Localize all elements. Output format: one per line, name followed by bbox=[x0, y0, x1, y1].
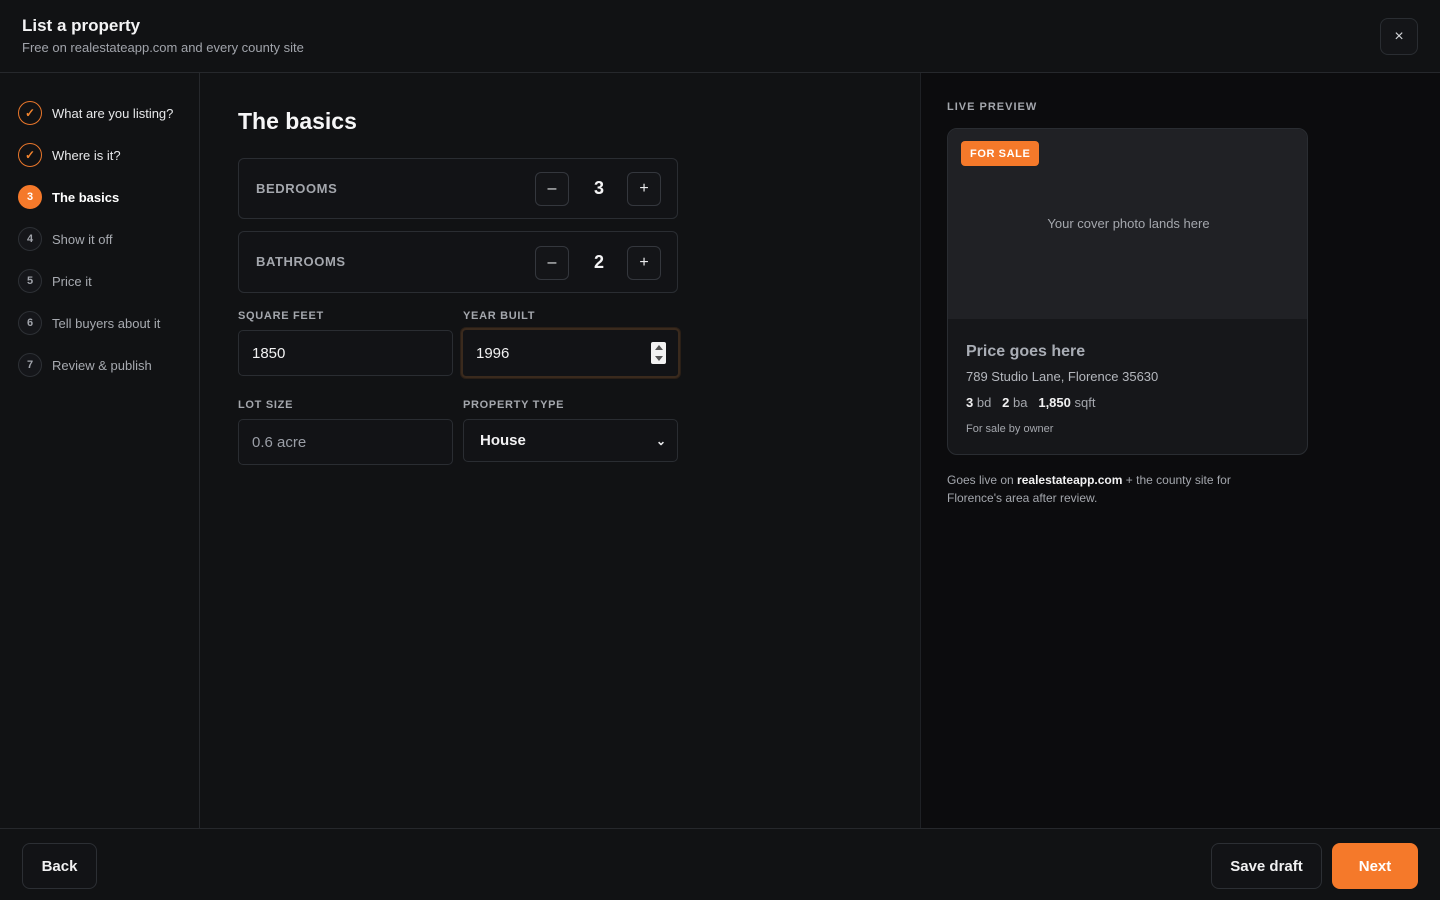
step-label: Review & publish bbox=[52, 357, 152, 373]
chevron-down-icon: ⌄ bbox=[655, 434, 666, 448]
cover-photo-placeholder: FOR SALE Your cover photo lands here bbox=[948, 129, 1307, 319]
spin-up-icon[interactable] bbox=[654, 345, 663, 350]
step-label: Tell buyers about it bbox=[52, 315, 161, 331]
step-number: 5 bbox=[18, 269, 42, 293]
square-feet-input[interactable]: 1850 bbox=[238, 330, 453, 376]
step-show-it-off[interactable]: 4 Show it off bbox=[18, 227, 112, 251]
back-button[interactable]: Back bbox=[22, 843, 97, 889]
year-built-input[interactable]: 1996 bbox=[461, 328, 680, 378]
step-number: 6 bbox=[18, 311, 42, 335]
step-label: The basics bbox=[52, 189, 120, 205]
square-feet-label: SQUARE FEET bbox=[238, 310, 324, 322]
minus-icon: – bbox=[547, 180, 557, 197]
baths-unit: ba bbox=[1013, 395, 1028, 410]
plus-icon: + bbox=[639, 180, 649, 197]
step-what-are-you-listing[interactable]: ✓ What are you listing? bbox=[18, 101, 173, 125]
save-draft-button[interactable]: Save draft bbox=[1211, 843, 1322, 889]
bedrooms-counter: BEDROOMS – 3 + bbox=[238, 158, 678, 219]
spin-down-icon[interactable] bbox=[654, 356, 663, 361]
property-type-value: House bbox=[480, 432, 526, 449]
step-tell-buyers[interactable]: 6 Tell buyers about it bbox=[18, 311, 160, 335]
sqft-count: 1,850 bbox=[1038, 395, 1071, 410]
bedrooms-value: 3 bbox=[593, 178, 604, 198]
step-number: 4 bbox=[18, 227, 42, 251]
bathrooms-increment-button[interactable]: + bbox=[627, 246, 661, 280]
section-title: The basics bbox=[238, 108, 357, 134]
save-draft-label: Save draft bbox=[1230, 857, 1303, 875]
page-header: List a property Free on realestateapp.co… bbox=[0, 0, 1440, 73]
step-label: Show it off bbox=[52, 231, 113, 247]
main-form: The basics BEDROOMS – 3 + BATHROOMS – 2 … bbox=[200, 73, 920, 828]
step-the-basics[interactable]: 3 The basics bbox=[18, 185, 119, 209]
close-icon: × bbox=[1394, 27, 1404, 45]
beds-count: 3 bbox=[966, 395, 974, 410]
page-footer: Back Save draft Next bbox=[0, 828, 1440, 900]
step-label: What are you listing? bbox=[52, 105, 174, 121]
bathrooms-counter: BATHROOMS – 2 + bbox=[238, 231, 678, 293]
check-icon: ✓ bbox=[18, 101, 42, 125]
year-stepper[interactable] bbox=[651, 342, 666, 364]
minus-icon: – bbox=[547, 254, 557, 271]
bedrooms-increment-button[interactable]: + bbox=[627, 172, 661, 206]
note-prefix: Goes live on bbox=[947, 473, 1014, 487]
bedrooms-decrement-button[interactable]: – bbox=[535, 172, 569, 206]
listing-preview-card: FOR SALE Your cover photo lands here Pri… bbox=[947, 128, 1308, 455]
live-preview-pane: LIVE PREVIEW FOR SALE Your cover photo l… bbox=[920, 73, 1440, 828]
page-title: List a property bbox=[22, 16, 141, 35]
plus-icon: + bbox=[639, 254, 649, 271]
step-number: 7 bbox=[18, 353, 42, 377]
next-button[interactable]: Next bbox=[1332, 843, 1418, 889]
step-number: 3 bbox=[18, 185, 42, 209]
bathrooms-value: 2 bbox=[593, 252, 604, 272]
preview-heading: LIVE PREVIEW bbox=[947, 101, 1038, 113]
page-subtitle: Free on realestateapp.com and every coun… bbox=[22, 40, 304, 55]
note-site: realestateapp.com bbox=[1017, 473, 1123, 487]
square-feet-value: 1850 bbox=[252, 344, 286, 362]
preview-facts: 3 bd 2 ba 1,850 sqft bbox=[966, 395, 1095, 410]
back-label: Back bbox=[41, 857, 78, 875]
preview-price: Price goes here bbox=[966, 343, 1086, 360]
publish-note: Goes live on realestateapp.com + the cou… bbox=[947, 471, 1277, 507]
lot-size-placeholder: 0.6 acre bbox=[252, 433, 307, 451]
step-label: Where is it? bbox=[52, 147, 121, 163]
beds-unit: bd bbox=[976, 395, 992, 410]
property-type-label: PROPERTY TYPE bbox=[463, 399, 565, 411]
cover-photo-text: Your cover photo lands here bbox=[1047, 216, 1210, 231]
year-built-value: 1996 bbox=[476, 344, 510, 362]
bathrooms-decrement-button[interactable]: – bbox=[535, 246, 569, 280]
status-badge: FOR SALE bbox=[961, 141, 1040, 166]
step-where-is-it[interactable]: ✓ Where is it? bbox=[18, 143, 121, 167]
year-built-label: YEAR BUILT bbox=[463, 310, 536, 322]
bathrooms-label: BATHROOMS bbox=[256, 254, 346, 269]
bedrooms-label: BEDROOMS bbox=[256, 181, 338, 196]
sqft-unit: sqft bbox=[1074, 395, 1096, 410]
lot-size-label: LOT SIZE bbox=[238, 399, 294, 411]
step-price-it[interactable]: 5 Price it bbox=[18, 269, 92, 293]
preview-address: 789 Studio Lane, Florence 35630 bbox=[966, 369, 1159, 384]
check-icon: ✓ bbox=[18, 143, 42, 167]
step-sidebar: ✓ What are you listing? ✓ Where is it? 3… bbox=[0, 73, 200, 828]
baths-count: 2 bbox=[1002, 395, 1010, 410]
preview-owner: For sale by owner bbox=[966, 423, 1054, 435]
property-type-select[interactable]: House ⌄ bbox=[463, 419, 678, 462]
close-button[interactable]: × bbox=[1380, 18, 1418, 55]
step-label: Price it bbox=[52, 273, 92, 289]
lot-size-input[interactable]: 0.6 acre bbox=[238, 419, 453, 465]
step-review-publish[interactable]: 7 Review & publish bbox=[18, 353, 152, 377]
next-label: Next bbox=[1358, 857, 1392, 875]
